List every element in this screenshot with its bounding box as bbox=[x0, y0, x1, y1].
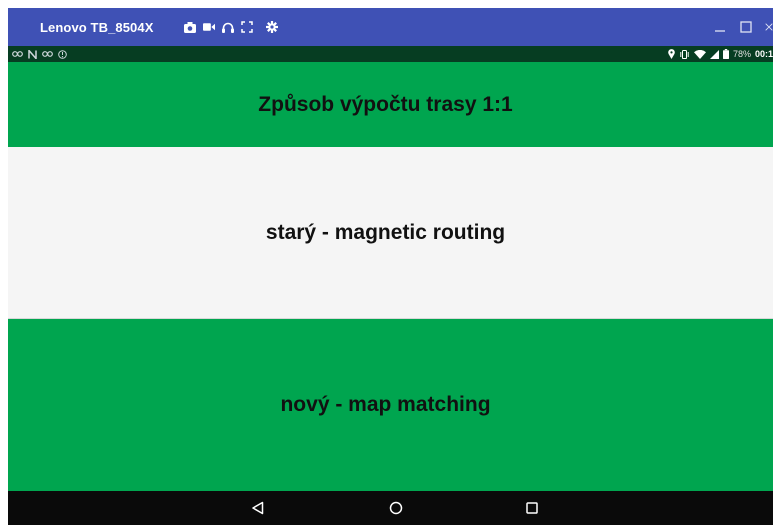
wifi-icon bbox=[693, 49, 706, 59]
android-navigation-bar bbox=[8, 491, 773, 525]
recents-icon[interactable] bbox=[512, 491, 552, 525]
link-icon bbox=[12, 50, 23, 58]
emulator-title-bar: Lenovo TB_8504X bbox=[8, 8, 773, 46]
battery-percent: 78% bbox=[732, 49, 751, 59]
notification-icons bbox=[12, 49, 67, 59]
nfc-icon bbox=[28, 49, 37, 59]
option-magnetic-routing-label: starý - magnetic routing bbox=[265, 221, 506, 244]
info-icon bbox=[58, 49, 67, 59]
video-icon[interactable] bbox=[202, 21, 215, 33]
status-time: 00:1 bbox=[754, 49, 773, 59]
home-icon[interactable] bbox=[376, 491, 416, 525]
battery-icon bbox=[722, 49, 729, 59]
signal-icon bbox=[709, 49, 719, 59]
link-icon bbox=[42, 50, 53, 58]
camera-icon[interactable] bbox=[183, 21, 196, 33]
device-name: Lenovo TB_8504X bbox=[40, 19, 154, 35]
vibrate-icon bbox=[679, 49, 690, 59]
app-header: Způsob výpočtu trasy 1:1 bbox=[8, 62, 773, 147]
window-controls bbox=[713, 8, 773, 46]
back-icon[interactable] bbox=[238, 491, 278, 525]
option-map-matching-label: nový - map matching bbox=[280, 393, 491, 416]
system-status-icons: 78% 00:1 bbox=[668, 46, 773, 62]
android-status-bar: 78% 00:1 bbox=[8, 46, 773, 62]
maximize-icon[interactable] bbox=[739, 20, 753, 34]
settings-icon[interactable] bbox=[265, 21, 278, 33]
emulator-toolbar bbox=[183, 21, 278, 33]
close-icon[interactable] bbox=[765, 20, 773, 34]
emulator-screen: Lenovo TB_8504X 78% 00:1 Způsob výpočtu … bbox=[0, 0, 773, 525]
headset-icon[interactable] bbox=[221, 21, 234, 33]
page-title: Způsob výpočtu trasy 1:1 bbox=[258, 92, 513, 116]
option-map-matching-button[interactable]: nový - map matching bbox=[8, 319, 773, 491]
option-magnetic-routing-button[interactable]: starý - magnetic routing bbox=[8, 147, 773, 319]
minimize-icon[interactable] bbox=[713, 20, 727, 34]
location-icon bbox=[668, 49, 675, 59]
fullscreen-icon[interactable] bbox=[240, 21, 253, 33]
